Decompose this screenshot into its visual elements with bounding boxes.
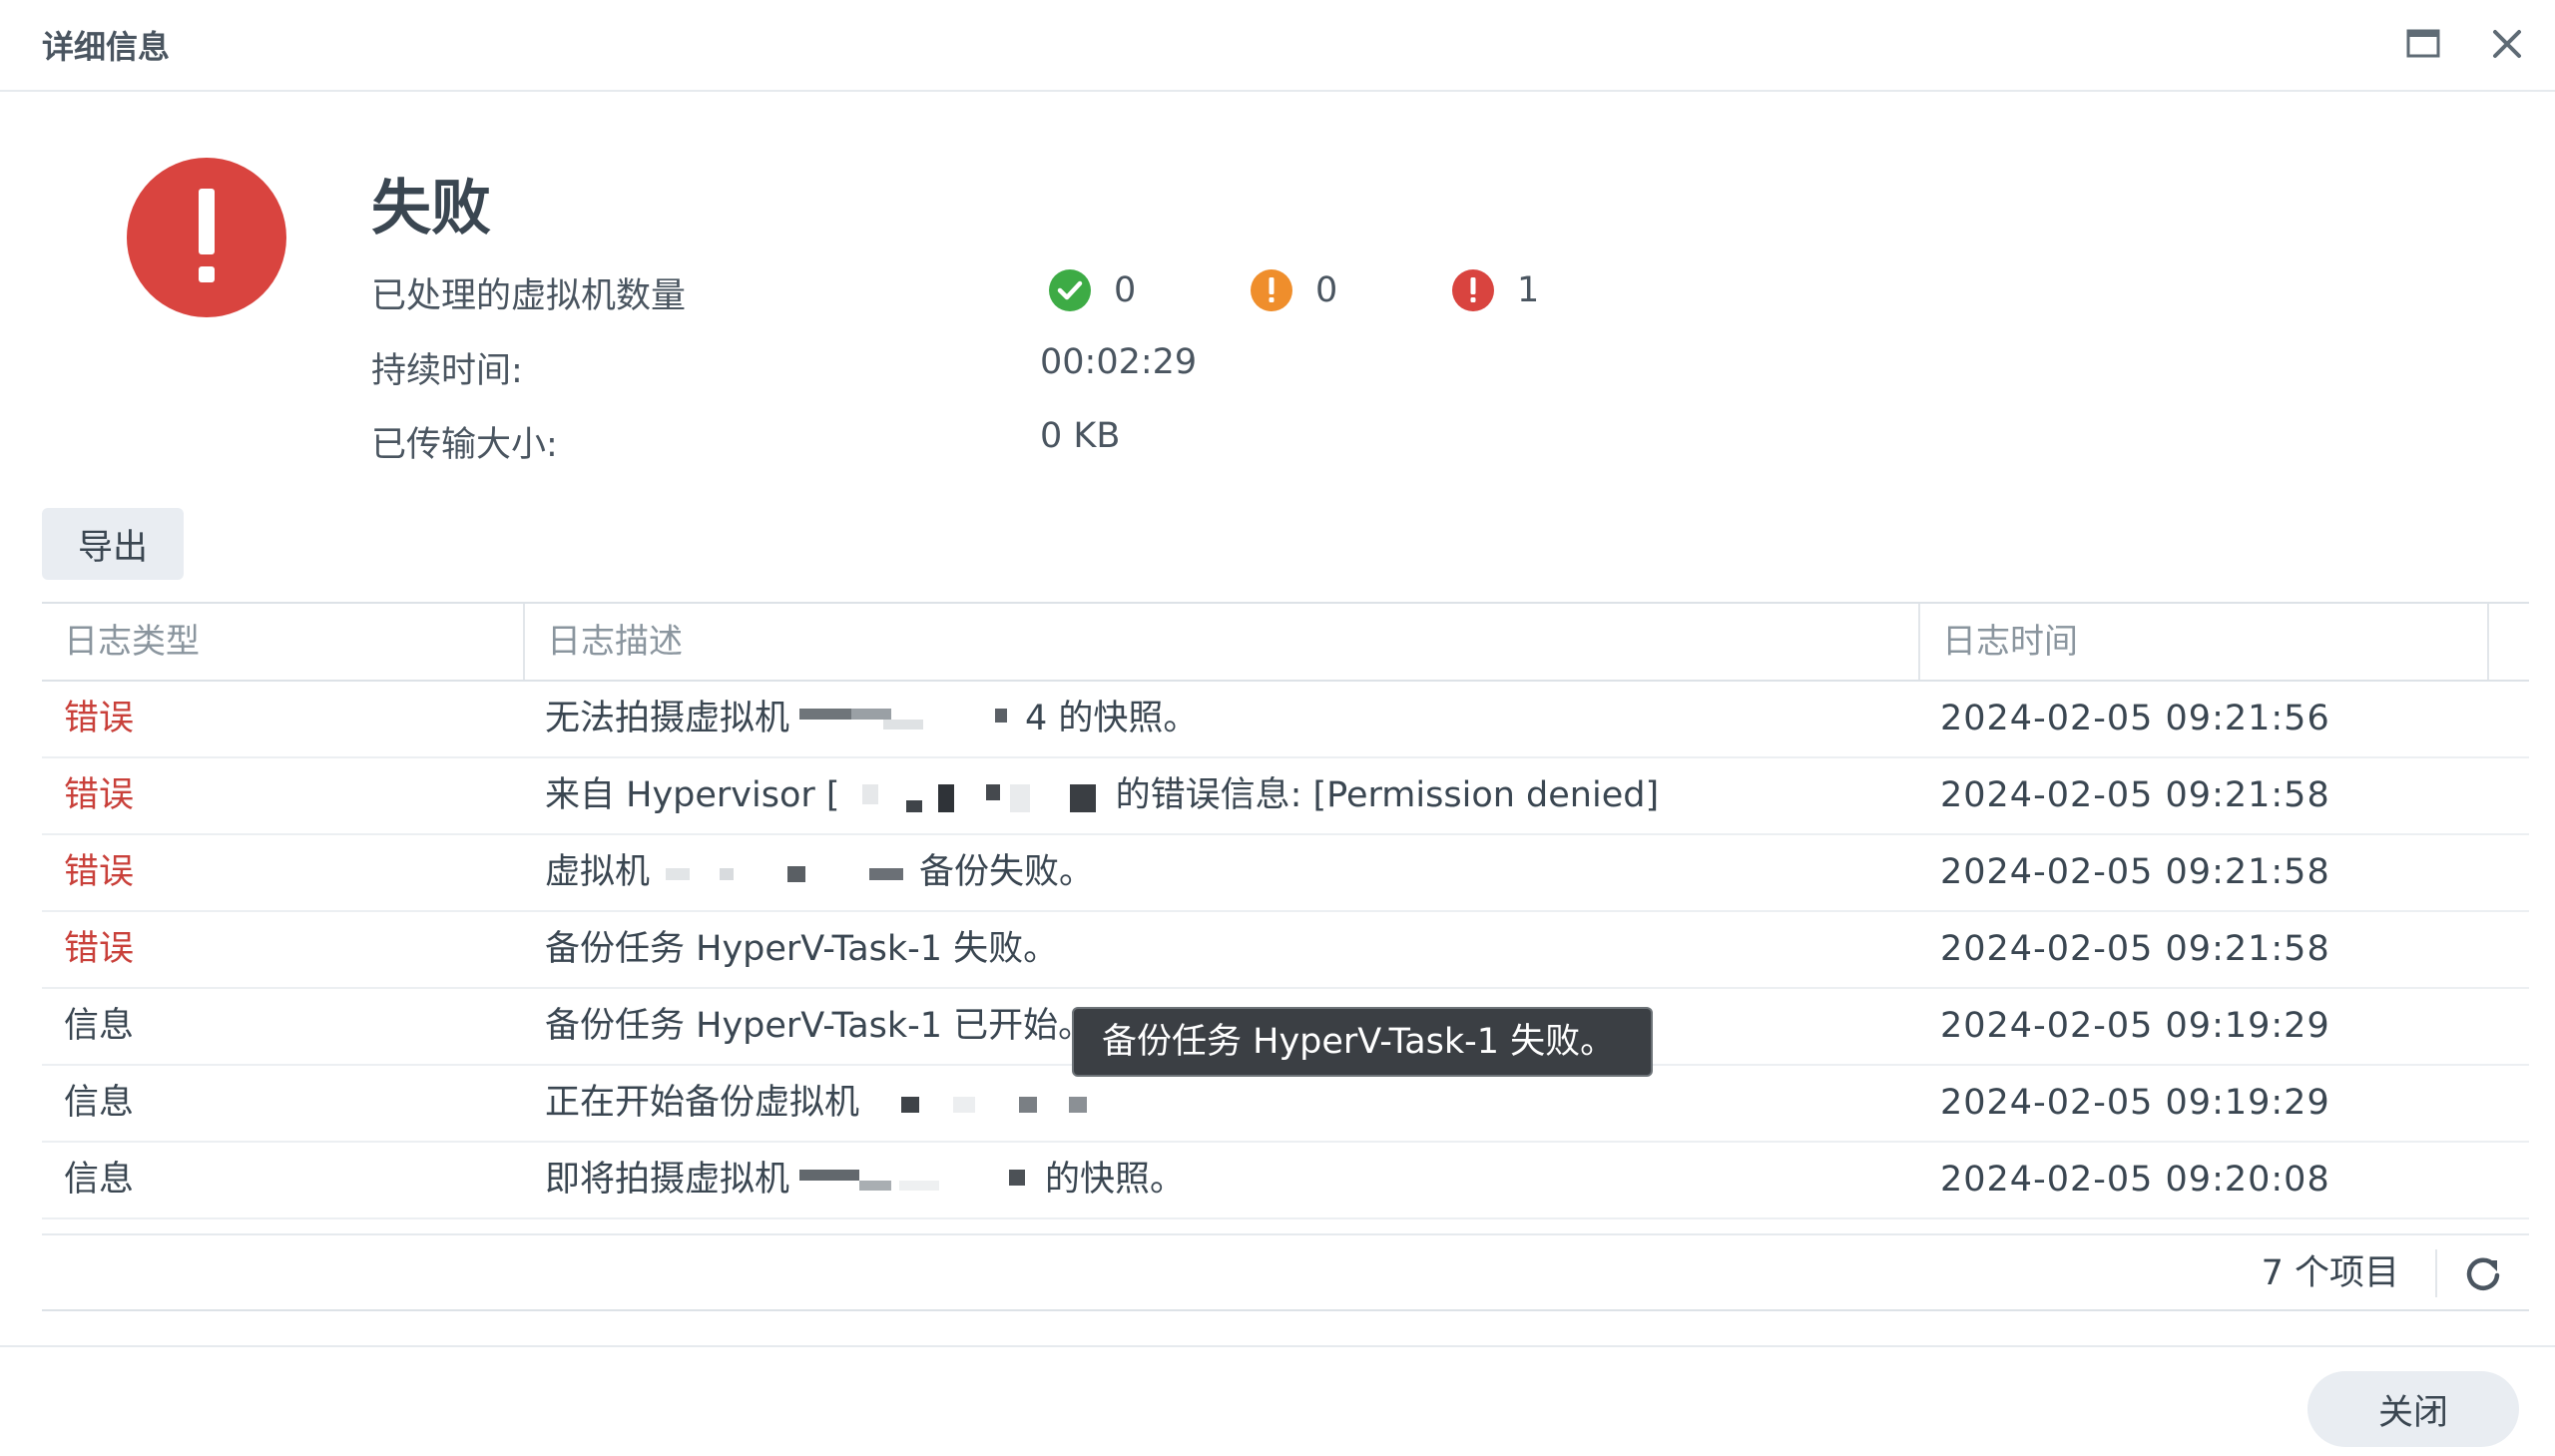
- log-type: 错误: [64, 852, 135, 892]
- log-time: 2024-02-05 09:21:58: [1940, 852, 2330, 892]
- status-title: 失败: [371, 174, 491, 243]
- table-row[interactable]: 信息 即将拍摄虚拟机 的快照。 2024-02-05 09:20:08: [42, 1143, 2529, 1219]
- log-type: 信息: [64, 1160, 135, 1200]
- redacted-mask: [901, 1097, 1088, 1113]
- log-type: 错误: [64, 699, 135, 738]
- refresh-button[interactable]: [2461, 1251, 2505, 1295]
- error-stat: 1: [1451, 265, 1539, 315]
- table-row[interactable]: 错误 备份任务 HyperV-Task-1 失败。 2024-02-05 09:…: [42, 912, 2529, 989]
- title-bar: 详细信息: [0, 0, 2555, 92]
- error-circle-icon: [1452, 269, 1494, 311]
- close-icon: [2493, 30, 2521, 58]
- log-description: 来自 Hypervisor [的错误信息: [Permission denied…: [545, 775, 1660, 815]
- success-count: 0: [1114, 270, 1137, 310]
- redacted-mask: [799, 709, 1008, 729]
- redacted-mask: [861, 784, 1096, 812]
- log-time: 2024-02-05 09:19:29: [1940, 1083, 2330, 1123]
- log-description: 备份任务 HyperV-Task-1 失败。: [545, 929, 1059, 969]
- log-time: 2024-02-05 09:20:08: [1940, 1160, 2330, 1200]
- footer-divider: [2435, 1249, 2437, 1297]
- table-row[interactable]: 错误 来自 Hypervisor [的错误信息: [Permission den…: [42, 758, 2529, 835]
- log-time: 2024-02-05 09:21:58: [1940, 775, 2330, 815]
- success-stat: 0: [1048, 265, 1136, 315]
- log-table: 日志类型 日志描述 日志时间 错误 无法拍摄虚拟机 4 的快照。 2024-02-…: [42, 602, 2529, 1219]
- table-row[interactable]: 信息 正在开始备份虚拟机 2024-02-05 09:19:29: [42, 1066, 2529, 1143]
- error-count: 1: [1517, 270, 1540, 310]
- refresh-icon: [2466, 1257, 2500, 1290]
- warning-count: 0: [1315, 270, 1338, 310]
- error-circle-icon: [127, 158, 286, 317]
- redacted-mask: [799, 1170, 1026, 1191]
- close-window-button[interactable]: [2481, 18, 2533, 70]
- vm-count-label: 已处理的虚拟机数量: [371, 276, 687, 316]
- log-type: 信息: [64, 1083, 135, 1123]
- log-time: 2024-02-05 09:21:58: [1940, 929, 2330, 969]
- item-count: 7 个项目: [2261, 1253, 2399, 1293]
- column-header-time[interactable]: 日志时间: [1920, 604, 2489, 680]
- column-header-description[interactable]: 日志描述: [525, 604, 1920, 680]
- table-row[interactable]: 错误 虚拟机 备份失败。 2024-02-05 09:21:58: [42, 835, 2529, 912]
- log-description: 备份任务 HyperV-Task-1 已开始。: [545, 1006, 1094, 1046]
- column-header-type[interactable]: 日志类型: [42, 604, 525, 680]
- maximize-icon: [2406, 29, 2440, 58]
- log-description: 正在开始备份虚拟机: [545, 1066, 1141, 1141]
- log-type: 信息: [64, 1006, 135, 1046]
- redacted-mask: [666, 866, 904, 882]
- warning-circle-icon: [1251, 269, 1292, 311]
- table-row[interactable]: 错误 无法拍摄虚拟机 4 的快照。 2024-02-05 09:21:56: [42, 682, 2529, 758]
- duration-value: 00:02:29: [1040, 342, 1198, 382]
- maximize-button[interactable]: [2397, 18, 2449, 70]
- close-button[interactable]: 关闭: [2307, 1371, 2519, 1447]
- footer-divider-line: [0, 1345, 2555, 1347]
- log-type: 错误: [64, 929, 135, 969]
- log-time: 2024-02-05 09:21:56: [1940, 699, 2330, 738]
- description-tooltip: 备份任务 HyperV-Task-1 失败。: [1072, 1007, 1653, 1077]
- check-circle-icon: [1049, 269, 1091, 311]
- window-title: 详细信息: [42, 28, 171, 66]
- log-description: 虚拟机 备份失败。: [545, 852, 1095, 892]
- log-time: 2024-02-05 09:19:29: [1940, 1006, 2330, 1046]
- export-button[interactable]: 导出: [42, 508, 184, 580]
- warning-stat: 0: [1250, 265, 1337, 315]
- log-description: 无法拍摄虚拟机 4 的快照。: [545, 699, 1199, 738]
- log-description: 即将拍摄虚拟机 的快照。: [545, 1160, 1186, 1200]
- transfer-label: 已传输大小:: [371, 425, 558, 465]
- log-type: 错误: [64, 775, 135, 815]
- table-footer: 7 个项目: [42, 1233, 2529, 1311]
- transfer-value: 0 KB: [1040, 416, 1121, 456]
- table-header: 日志类型 日志描述 日志时间: [42, 602, 2529, 682]
- duration-label: 持续时间:: [371, 351, 523, 391]
